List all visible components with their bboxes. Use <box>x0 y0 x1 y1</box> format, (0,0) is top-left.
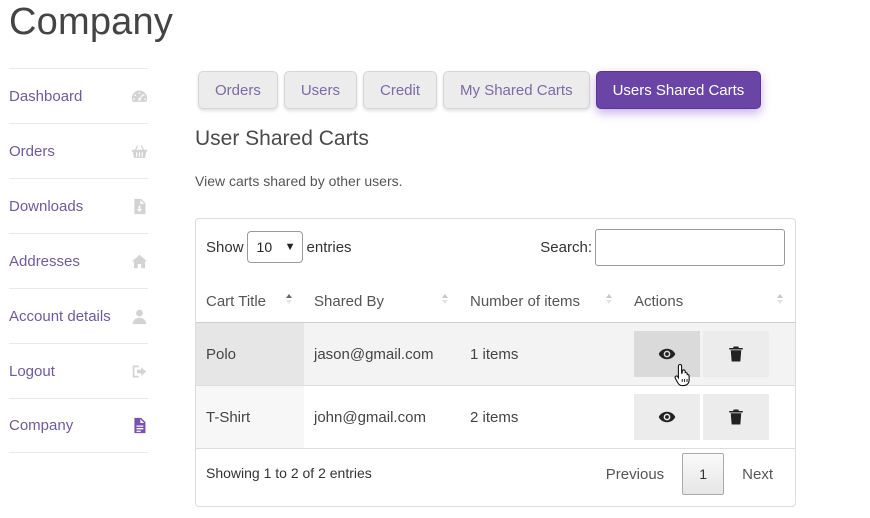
column-header-label: Actions <box>634 293 684 310</box>
table-info: Showing 1 to 2 of 2 entries <box>206 465 372 481</box>
length-suffix: entries <box>306 238 352 256</box>
column-header-number-of-items[interactable]: Number of items <box>460 281 624 322</box>
dashboard-icon <box>130 87 148 105</box>
section-title: User Shared Carts <box>195 127 369 150</box>
actions-cell <box>624 386 795 448</box>
sort-icon <box>777 294 783 304</box>
sort-icon <box>442 294 448 304</box>
column-header-shared-by[interactable]: Shared By <box>304 281 460 322</box>
view-cart-button[interactable] <box>634 394 700 440</box>
shared-by-cell: jason@gmail.com <box>314 345 434 363</box>
eye-icon <box>658 348 676 360</box>
trash-icon <box>729 346 743 362</box>
sidebar-item-label: Downloads <box>9 197 84 215</box>
items-count-cell: 1 items <box>470 345 519 363</box>
actions-cell <box>624 323 795 385</box>
tab-orders[interactable]: Orders <box>198 71 278 109</box>
sidebar-item-label: Account details <box>9 307 111 325</box>
table-search: Search: <box>540 229 785 266</box>
sidebar-item-label: Dashboard <box>9 87 83 105</box>
sidebar-item-label: Logout <box>9 362 55 380</box>
pagination: Previous 1 Next <box>594 453 785 495</box>
account-navigation: Dashboard Orders Downloads Addresses Acc… <box>9 68 148 453</box>
sidebar-item-dashboard[interactable]: Dashboard <box>9 68 148 123</box>
trash-icon <box>729 409 743 425</box>
entries-length-control: Show 10 ▼ entries <box>206 231 352 263</box>
sidebar-item-label: Company <box>9 417 74 434</box>
tab-users-shared-carts[interactable]: Users Shared Carts <box>595 71 762 109</box>
entries-per-page-value: 10 <box>256 239 273 255</box>
shared-carts-table-panel: Show 10 ▼ entries Search: Cart Title Sha… <box>195 218 796 507</box>
column-header-label: Cart Title <box>206 293 267 310</box>
sidebar-item-account-details[interactable]: Account details <box>9 288 148 343</box>
user-icon <box>130 307 148 325</box>
tab-my-shared-carts[interactable]: My Shared Carts <box>443 71 590 109</box>
sidebar-item-company[interactable]: Company <box>9 398 148 453</box>
file-download-icon <box>130 197 148 215</box>
sidebar-item-orders[interactable]: Orders <box>9 123 148 178</box>
table-header: Cart Title Shared By Number of items Act… <box>196 281 795 323</box>
sidebar-item-addresses[interactable]: Addresses <box>9 233 148 288</box>
delete-cart-button[interactable] <box>703 394 769 440</box>
sidebar-item-downloads[interactable]: Downloads <box>9 178 148 233</box>
column-header-cart-title[interactable]: Cart Title <box>196 281 304 322</box>
sign-out-icon <box>130 362 148 380</box>
delete-cart-button[interactable] <box>703 331 769 377</box>
column-header-label: Number of items <box>470 293 581 310</box>
tab-credit[interactable]: Credit <box>363 71 438 109</box>
sort-icon <box>286 294 292 304</box>
eye-icon <box>658 411 676 423</box>
hand-cursor-icon <box>674 363 690 387</box>
next-page-button[interactable]: Next <box>730 453 785 495</box>
items-count-cell: 2 items <box>470 408 519 426</box>
search-label: Search: <box>540 239 592 256</box>
length-prefix: Show <box>206 238 244 256</box>
page-title: Company <box>9 1 174 43</box>
document-icon <box>130 417 148 435</box>
entries-per-page-select[interactable]: 10 ▼ <box>246 231 303 263</box>
previous-page-button[interactable]: Previous <box>594 453 676 495</box>
column-header-label: Shared By <box>314 293 385 310</box>
sort-icon <box>606 294 612 304</box>
chevron-down-icon: ▼ <box>284 241 296 253</box>
section-description: View carts shared by other users. <box>195 173 403 189</box>
cart-title-cell: T-Shirt <box>196 386 304 448</box>
company-tabs: Orders Users Credit My Shared Carts User… <box>198 71 762 109</box>
column-header-actions[interactable]: Actions <box>624 281 795 322</box>
page-number-button[interactable]: 1 <box>682 453 725 495</box>
search-input[interactable] <box>595 229 785 266</box>
sidebar-item-label: Addresses <box>9 252 80 270</box>
sidebar-item-label: Orders <box>9 142 55 160</box>
table-row: T-Shirt john@gmail.com 2 items <box>196 386 795 449</box>
home-icon <box>130 252 148 270</box>
cart-title-cell: Polo <box>196 323 304 385</box>
basket-icon <box>130 142 148 160</box>
shared-by-cell: john@gmail.com <box>314 408 426 426</box>
table-row: Polo jason@gmail.com 1 items <box>196 323 795 386</box>
sidebar-item-logout[interactable]: Logout <box>9 343 148 398</box>
tab-users[interactable]: Users <box>283 71 358 109</box>
